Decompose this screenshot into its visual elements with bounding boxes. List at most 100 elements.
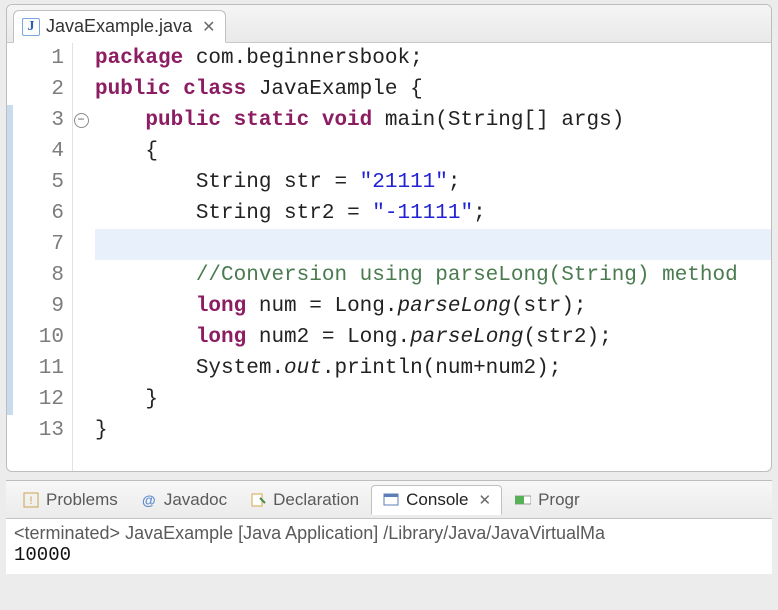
tab-console[interactable]: Console ✕ bbox=[371, 485, 502, 515]
code-line[interactable]: public static void main(String[] args) bbox=[95, 105, 771, 136]
token-plain bbox=[95, 295, 196, 318]
fold-cell bbox=[73, 74, 89, 105]
svg-text:!: ! bbox=[29, 495, 32, 507]
token-kw: package bbox=[95, 47, 196, 70]
editor-tab-label: JavaExample.java bbox=[46, 16, 192, 37]
change-marker bbox=[7, 167, 13, 198]
code-line[interactable]: public class JavaExample { bbox=[95, 74, 771, 105]
close-icon[interactable]: ✕ bbox=[202, 17, 215, 37]
problems-icon: ! bbox=[22, 491, 40, 509]
code-text[interactable]: package com.beginnersbook;public class J… bbox=[89, 43, 771, 471]
line-number-gutter: 12345678910111213 bbox=[23, 43, 73, 471]
token-punct: (str2); bbox=[524, 326, 612, 349]
fold-cell: − bbox=[73, 113, 89, 144]
code-line[interactable] bbox=[95, 229, 771, 260]
token-ident: main bbox=[385, 109, 435, 132]
token-kw: long bbox=[196, 295, 259, 318]
marker-cell bbox=[7, 198, 23, 229]
token-plain bbox=[95, 357, 196, 380]
marker-cell bbox=[7, 291, 23, 322]
line-number: 2 bbox=[23, 74, 64, 105]
change-marker bbox=[7, 105, 13, 136]
marker-gutter bbox=[7, 43, 23, 471]
token-punct: = bbox=[347, 202, 372, 225]
code-line[interactable]: //Conversion using parseLong(String) met… bbox=[95, 260, 771, 291]
code-line[interactable]: System.out.println(num+num2); bbox=[95, 353, 771, 384]
token-ident: num2 bbox=[259, 326, 322, 349]
change-marker bbox=[7, 260, 13, 291]
line-number: 10 bbox=[23, 322, 64, 353]
token-kw: long bbox=[196, 326, 259, 349]
line-number: 8 bbox=[23, 260, 64, 291]
code-line[interactable]: } bbox=[95, 415, 771, 446]
line-number: 9 bbox=[23, 291, 64, 322]
change-marker bbox=[7, 384, 13, 415]
marker-cell bbox=[7, 229, 23, 260]
token-punct: ; bbox=[410, 47, 423, 70]
tab-label: Javadoc bbox=[164, 490, 227, 510]
fold-cell bbox=[73, 268, 89, 299]
tab-javadoc[interactable]: @ Javadoc bbox=[130, 486, 237, 514]
code-line[interactable]: long num = Long.parseLong(str); bbox=[95, 291, 771, 322]
token-str: "21111" bbox=[360, 171, 448, 194]
token-punct: } bbox=[95, 419, 108, 442]
line-number: 6 bbox=[23, 198, 64, 229]
token-italic: out bbox=[284, 357, 322, 380]
code-line[interactable]: String str2 = "-11111"; bbox=[95, 198, 771, 229]
token-plain bbox=[95, 109, 145, 132]
marker-cell bbox=[7, 167, 23, 198]
token-kw: public static void bbox=[145, 109, 384, 132]
token-ident: num bbox=[259, 295, 309, 318]
token-str: "-11111" bbox=[372, 202, 473, 225]
token-type: JavaExample bbox=[259, 78, 410, 101]
fold-toggle-icon[interactable]: − bbox=[74, 113, 89, 128]
token-punct: { bbox=[145, 140, 158, 163]
fold-gutter: − bbox=[73, 43, 89, 471]
change-marker bbox=[7, 353, 13, 384]
token-cmt: //Conversion using parseLong(String) met… bbox=[196, 264, 738, 287]
marker-cell bbox=[7, 136, 23, 167]
code-line[interactable]: { bbox=[95, 136, 771, 167]
change-marker bbox=[7, 291, 13, 322]
line-number: 12 bbox=[23, 384, 64, 415]
line-number: 13 bbox=[23, 415, 64, 446]
code-line[interactable]: String str = "21111"; bbox=[95, 167, 771, 198]
code-line[interactable]: long num2 = Long.parseLong(str2); bbox=[95, 322, 771, 353]
fold-cell bbox=[73, 43, 89, 74]
token-punct: } bbox=[145, 388, 158, 411]
declaration-icon bbox=[249, 491, 267, 509]
close-icon[interactable]: ✕ bbox=[479, 491, 492, 509]
token-plain bbox=[95, 264, 196, 287]
token-plain bbox=[95, 140, 145, 163]
editor-tab-javaexample[interactable]: J JavaExample.java ✕ bbox=[13, 10, 226, 43]
console-status: <terminated> JavaExample [Java Applicati… bbox=[14, 523, 764, 544]
marker-cell bbox=[7, 353, 23, 384]
marker-cell bbox=[7, 74, 23, 105]
console-body: <terminated> JavaExample [Java Applicati… bbox=[6, 519, 772, 574]
token-plain bbox=[95, 388, 145, 411]
code-line[interactable]: } bbox=[95, 384, 771, 415]
javadoc-icon: @ bbox=[140, 491, 158, 509]
line-number: 1 bbox=[23, 43, 64, 74]
marker-cell bbox=[7, 322, 23, 353]
fold-cell bbox=[73, 423, 89, 454]
token-punct: (String[] args) bbox=[435, 109, 624, 132]
tab-declaration[interactable]: Declaration bbox=[239, 486, 369, 514]
token-punct: = Long. bbox=[322, 326, 410, 349]
tab-progress[interactable]: Progr bbox=[504, 486, 590, 514]
change-marker bbox=[7, 136, 13, 167]
code-area[interactable]: 12345678910111213 − package com.beginner… bbox=[7, 43, 771, 471]
token-punct: { bbox=[410, 78, 423, 101]
tab-label: Console bbox=[406, 490, 468, 510]
tab-problems[interactable]: ! Problems bbox=[12, 486, 128, 514]
token-ident: com.beginnersbook bbox=[196, 47, 410, 70]
token-punct: = bbox=[334, 171, 359, 194]
line-number: 3 bbox=[23, 105, 64, 136]
java-file-icon: J bbox=[22, 18, 40, 36]
token-punct: .println(num+num2); bbox=[322, 357, 561, 380]
token-italic: parseLong bbox=[410, 326, 523, 349]
token-type: String str2 bbox=[196, 202, 347, 225]
token-plain bbox=[95, 326, 196, 349]
code-line[interactable]: package com.beginnersbook; bbox=[95, 43, 771, 74]
tab-label: Problems bbox=[46, 490, 118, 510]
